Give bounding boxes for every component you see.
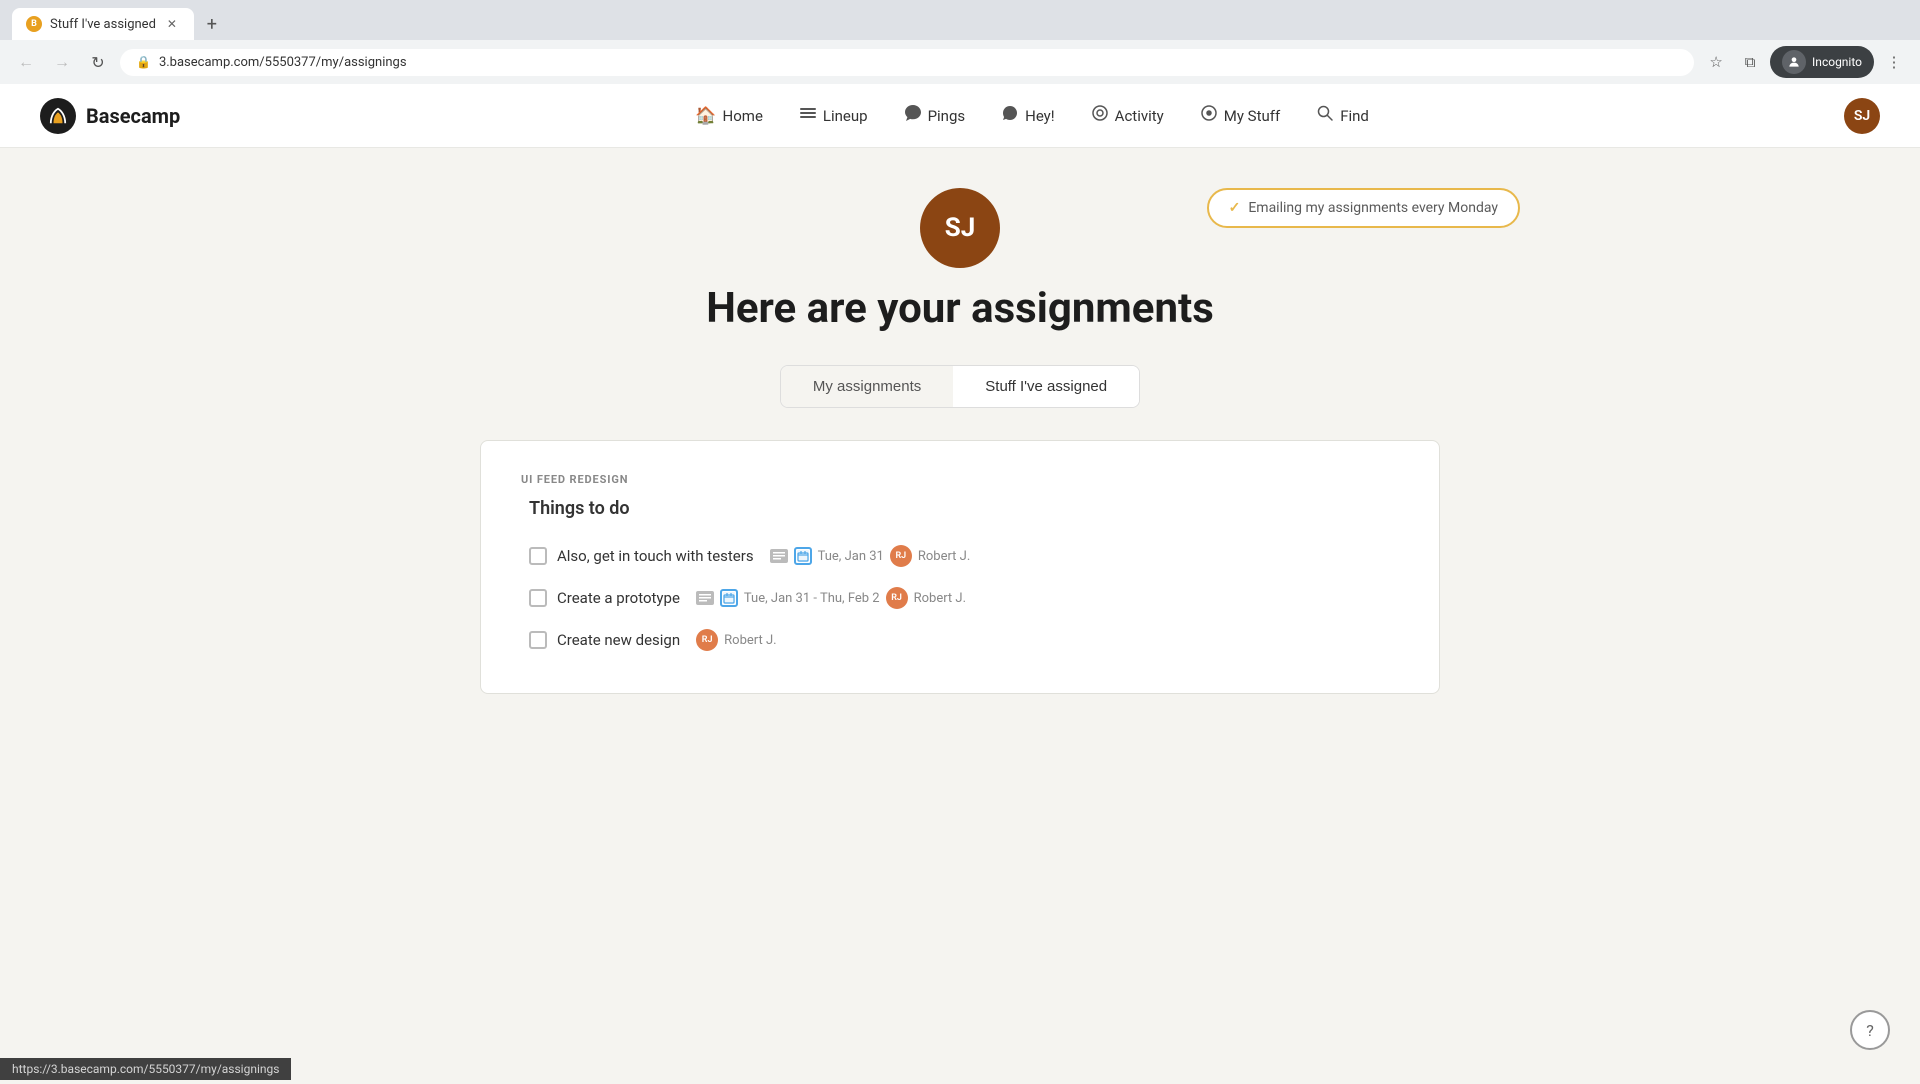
status-bar: https://3.basecamp.com/5550377/my/assign… — [0, 1058, 291, 1080]
assignee-name-2: Robert J. — [914, 591, 966, 606]
nav-item-pings[interactable]: Pings — [888, 96, 982, 135]
task-checkbox-2[interactable] — [529, 589, 547, 607]
task-date-2: Tue, Jan 31 - Thu, Feb 2 — [744, 591, 880, 606]
nav-item-find[interactable]: Find — [1300, 96, 1385, 135]
tab-favicon: B — [26, 16, 42, 32]
task-meta-2: Tue, Jan 31 - Thu, Feb 2 RJ Robert J. — [696, 587, 966, 609]
nav-item-hey[interactable]: Hey! — [985, 96, 1071, 135]
nav-item-lineup-label: Lineup — [823, 107, 868, 125]
forward-button[interactable]: → — [48, 48, 76, 76]
tab-close-button[interactable]: ✕ — [164, 16, 180, 32]
nav-item-mystuff[interactable]: My Stuff — [1184, 96, 1296, 135]
browser-titlebar: B Stuff I've assigned ✕ + — [0, 0, 1920, 40]
nav-item-home[interactable]: 🏠 Home — [679, 98, 779, 134]
incognito-button[interactable]: Incognito — [1770, 46, 1874, 78]
tab-my-assignments[interactable]: My assignments — [781, 366, 953, 407]
task-meta-3: RJ Robert J. — [696, 629, 776, 651]
assignee-name-1: Robert J. — [918, 549, 970, 564]
section-label: UI FEED REDESIGN — [521, 473, 1399, 486]
browser-toolbar: ← → ↻ 🔒 3.basecamp.com/5550377/my/assign… — [0, 40, 1920, 84]
logo[interactable]: Basecamp — [40, 98, 180, 134]
task-name-2: Create a prototype — [557, 589, 680, 607]
pings-icon — [904, 104, 922, 127]
nav-item-home-label: Home — [723, 107, 763, 125]
task-name-3: Create new design — [557, 631, 680, 649]
app-content: Basecamp 🏠 Home Lineup Pings — [0, 84, 1920, 1084]
email-badge[interactable]: ✓ Emailing my assignments every Monday — [1207, 188, 1520, 228]
tab-title: Stuff I've assigned — [50, 17, 156, 32]
home-icon: 🏠 — [695, 106, 716, 126]
tabs-container: My assignments Stuff I've assigned — [400, 365, 1520, 408]
tab-stuff-ive-assigned[interactable]: Stuff I've assigned — [953, 366, 1139, 407]
main-content: ✓ Emailing my assignments every Monday S… — [360, 148, 1560, 734]
nav-item-lineup[interactable]: Lineup — [783, 96, 884, 135]
mystuff-icon — [1200, 104, 1218, 127]
address-bar[interactable]: 🔒 3.basecamp.com/5550377/my/assignings — [120, 49, 1694, 76]
help-button[interactable]: ? — [1850, 1010, 1890, 1050]
incognito-label: Incognito — [1812, 55, 1862, 69]
task-checkbox-1[interactable] — [529, 547, 547, 565]
assignee-name-3: Robert J. — [724, 633, 776, 648]
hey-icon — [1001, 104, 1019, 127]
bookmark-button[interactable]: ☆ — [1702, 48, 1730, 76]
toolbar-right: ☆ ⧉ Incognito ⋮ — [1702, 46, 1908, 78]
lock-icon: 🔒 — [136, 55, 151, 69]
task-item: Also, get in touch with testers Tue, Jan… — [521, 535, 1399, 577]
address-text: 3.basecamp.com/5550377/my/assignings — [159, 55, 407, 70]
user-avatar-nav[interactable]: SJ — [1844, 98, 1880, 134]
user-avatar-large: SJ — [920, 188, 1000, 268]
email-badge-text: Emailing my assignments every Monday — [1248, 200, 1498, 216]
find-icon — [1316, 104, 1334, 127]
nav-item-hey-label: Hey! — [1025, 107, 1055, 125]
logo-icon — [40, 98, 76, 134]
new-tab-button[interactable]: + — [198, 10, 226, 38]
page-title: Here are your assignments — [400, 284, 1520, 333]
nav-item-activity[interactable]: Activity — [1075, 96, 1180, 135]
menu-button[interactable]: ⋮ — [1880, 48, 1908, 76]
status-url: https://3.basecamp.com/5550377/my/assign… — [12, 1062, 279, 1076]
split-screen-button[interactable]: ⧉ — [1736, 48, 1764, 76]
section-container: UI FEED REDESIGN Things to do Also, get … — [480, 440, 1440, 694]
assignee-avatar-1: RJ — [890, 545, 912, 567]
nav-item-mystuff-label: My Stuff — [1224, 107, 1280, 125]
back-button[interactable]: ← — [12, 48, 40, 76]
nav-item-pings-label: Pings — [928, 107, 966, 125]
things-to-do-label: Things to do — [521, 498, 1399, 519]
tabs: My assignments Stuff I've assigned — [780, 365, 1140, 408]
lineup-icon — [799, 104, 817, 127]
assignee-avatar-2: RJ — [886, 587, 908, 609]
task-item: Create a prototype Tue, Jan 31 - Thu, Fe… — [521, 577, 1399, 619]
logo-text: Basecamp — [86, 104, 180, 128]
email-check-icon: ✓ — [1229, 200, 1241, 216]
nav-item-activity-label: Activity — [1115, 107, 1164, 125]
reload-button[interactable]: ↻ — [84, 48, 112, 76]
task-item: Create new design RJ Robert J. — [521, 619, 1399, 661]
browser-chrome: B Stuff I've assigned ✕ + ← → ↻ 🔒 3.base… — [0, 0, 1920, 84]
calendar-icon-1 — [794, 547, 812, 565]
browser-tab[interactable]: B Stuff I've assigned ✕ — [12, 8, 194, 40]
nav-items: 🏠 Home Lineup Pings Hey! — [220, 96, 1844, 135]
calendar-icon-2 — [720, 589, 738, 607]
task-checkbox-3[interactable] — [529, 631, 547, 649]
incognito-avatar — [1782, 50, 1806, 74]
note-icon-1 — [770, 549, 788, 563]
nav-item-find-label: Find — [1340, 107, 1369, 125]
assignee-avatar-3: RJ — [696, 629, 718, 651]
task-meta-1: Tue, Jan 31 RJ Robert J. — [770, 545, 971, 567]
top-nav: Basecamp 🏠 Home Lineup Pings — [0, 84, 1920, 148]
note-icon-2 — [696, 591, 714, 605]
task-name-1: Also, get in touch with testers — [557, 547, 754, 565]
activity-icon — [1091, 104, 1109, 127]
task-date-1: Tue, Jan 31 — [818, 549, 884, 564]
